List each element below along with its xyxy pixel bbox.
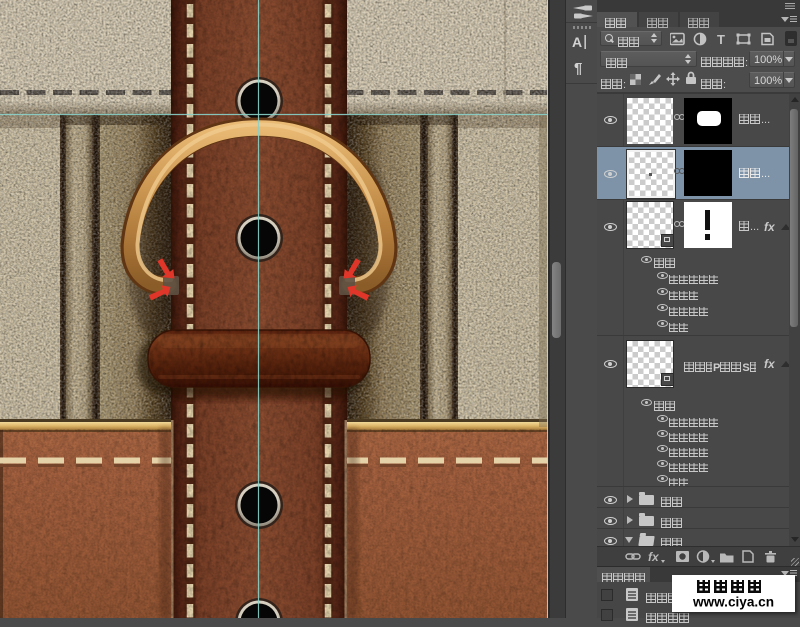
- svg-text:T: T: [717, 32, 725, 46]
- svg-text:¶: ¶: [574, 60, 582, 77]
- svg-text:www.ciya.cn: www.ciya.cn: [692, 595, 774, 610]
- svg-text:A: A: [572, 34, 582, 50]
- svg-text:fx: fx: [648, 550, 660, 563]
